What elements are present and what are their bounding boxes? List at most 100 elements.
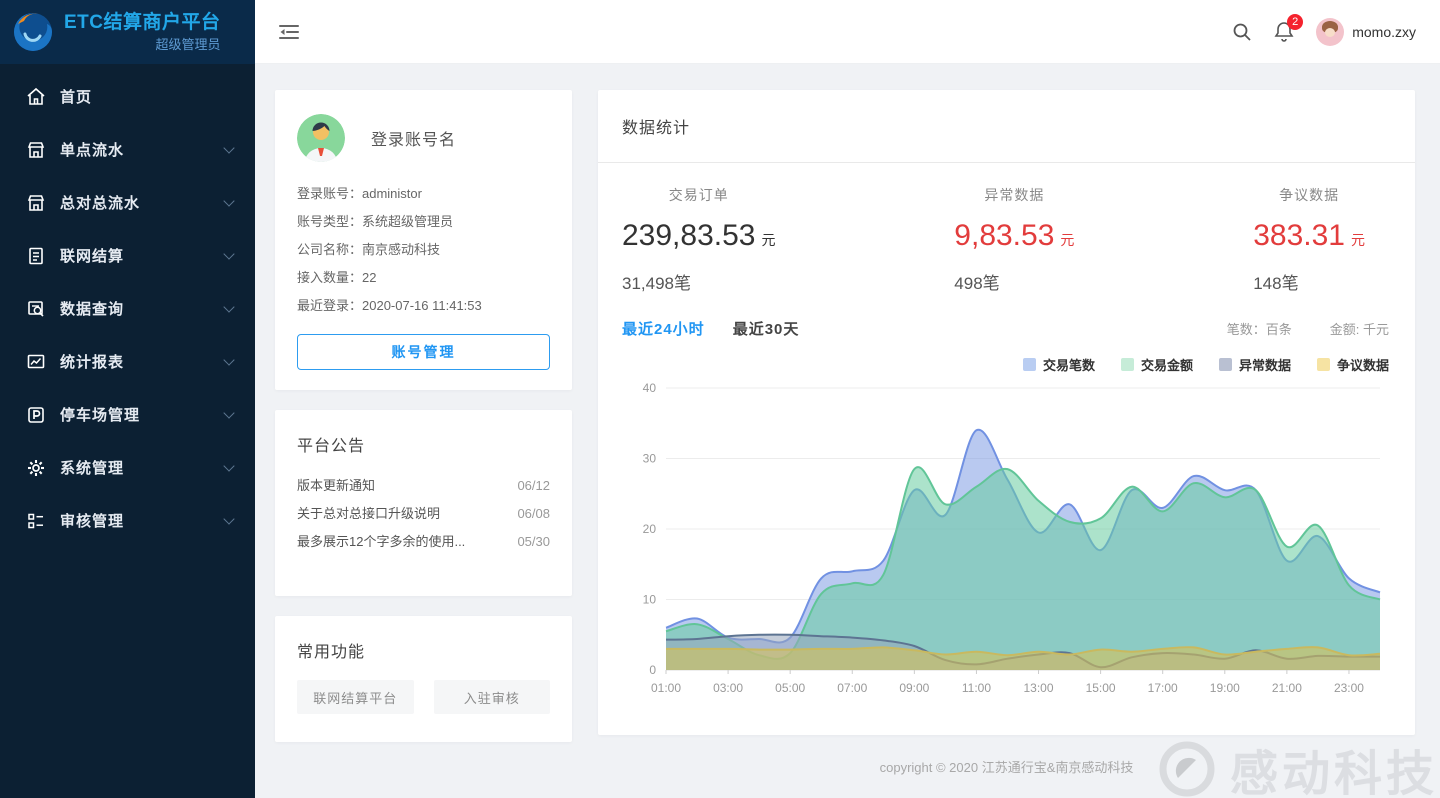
notification-badge: 2 bbox=[1287, 14, 1303, 30]
sidebar-item-label: 审核管理 bbox=[60, 510, 225, 531]
svg-text:03:00: 03:00 bbox=[713, 681, 743, 695]
svg-text:21:00: 21:00 bbox=[1272, 681, 1302, 695]
stat-abnormal-data: 异常数据 9,83.53元 498笔 bbox=[954, 185, 1074, 294]
sidebar-item-4[interactable]: 数据查询 bbox=[0, 282, 255, 335]
svg-text:05:00: 05:00 bbox=[775, 681, 805, 695]
quick-functions-title: 常用功能 bbox=[297, 638, 550, 662]
stat-dispute-data: 争议数据 383.31元 148笔 bbox=[1253, 185, 1365, 294]
svg-text:30: 30 bbox=[643, 452, 657, 466]
sidebar-item-8[interactable]: 审核管理 bbox=[0, 494, 255, 547]
chevron-down-icon bbox=[223, 142, 234, 153]
shop-icon bbox=[26, 193, 46, 213]
account-manage-button[interactable]: 账号管理 bbox=[297, 334, 550, 370]
profile-title: 登录账号名 bbox=[371, 126, 456, 150]
profile-row-access-count: 接入数量：22 bbox=[297, 264, 550, 292]
legend-swatch bbox=[1121, 358, 1134, 371]
search-icon[interactable] bbox=[1232, 22, 1252, 42]
chart-legend: 交易笔数 交易金额 异常数据 争议数据 bbox=[598, 339, 1415, 374]
svg-text:23:00: 23:00 bbox=[1334, 681, 1364, 695]
etc-logo-icon bbox=[12, 11, 54, 53]
parking-icon bbox=[26, 405, 46, 425]
checklist-icon bbox=[26, 511, 46, 531]
legend-item-1[interactable]: 交易金额 bbox=[1121, 355, 1193, 374]
announcement-item[interactable]: 关于总对总接口升级说明 06/08 bbox=[297, 500, 550, 528]
chart-tabs: 最近24小时 最近30天 笔数：百条 金额: 千元 bbox=[598, 304, 1415, 339]
svg-text:07:00: 07:00 bbox=[837, 681, 867, 695]
home-icon bbox=[26, 87, 46, 107]
units-note: 笔数：百条 金额: 千元 bbox=[1227, 319, 1389, 338]
profile-row-last-login: 最近登录：2020-07-16 11:41:53 bbox=[297, 292, 550, 320]
svg-text:20: 20 bbox=[643, 522, 657, 536]
svg-text:10: 10 bbox=[643, 593, 657, 607]
user-avatar bbox=[1316, 18, 1344, 46]
chevron-down-icon bbox=[223, 301, 234, 312]
sidebar-item-6[interactable]: 停车场管理 bbox=[0, 388, 255, 441]
app-title: ETC结算商户平台 bbox=[64, 11, 221, 35]
tab-last-24h[interactable]: 最近24小时 bbox=[622, 318, 705, 339]
svg-text:13:00: 13:00 bbox=[1024, 681, 1054, 695]
legend-swatch bbox=[1023, 358, 1036, 371]
sidebar-item-2[interactable]: 总对总流水 bbox=[0, 176, 255, 229]
sidebar-item-7[interactable]: 系统管理 bbox=[0, 441, 255, 494]
svg-text:0: 0 bbox=[649, 663, 656, 677]
legend-item-0[interactable]: 交易笔数 bbox=[1023, 355, 1095, 374]
chevron-down-icon bbox=[223, 407, 234, 418]
announcements-card: 平台公告 版本更新通知 06/12 关于总对总接口升级说明 06/08 最多展示… bbox=[275, 410, 572, 596]
chevron-down-icon bbox=[223, 354, 234, 365]
sidebar-item-1[interactable]: 单点流水 bbox=[0, 123, 255, 176]
chevron-down-icon bbox=[223, 513, 234, 524]
legend-item-3[interactable]: 争议数据 bbox=[1317, 355, 1389, 374]
profile-avatar bbox=[297, 114, 345, 162]
svg-text:09:00: 09:00 bbox=[899, 681, 929, 695]
profile-row-type: 账号类型：系统超级管理员 bbox=[297, 208, 550, 236]
svg-text:01:00: 01:00 bbox=[651, 681, 681, 695]
legend-swatch bbox=[1219, 358, 1232, 371]
stats-row: 交易订单 239,83.53元 31,498笔 异常数据 9,83.53元 49… bbox=[598, 163, 1415, 304]
settlement-platform-button[interactable]: 联网结算平台 bbox=[297, 680, 414, 714]
sidebar-item-label: 数据查询 bbox=[60, 298, 225, 319]
area-chart: 0 10 20 30 40 01:00 03:00 05:00 07:00 09:00 11:00 1… bbox=[598, 374, 1415, 705]
document-icon bbox=[26, 246, 46, 266]
sidebar-item-label: 单点流水 bbox=[60, 139, 225, 160]
app-window: ETC结算商户平台 超级管理员 首页单点流水总对总流水联网结算数据查询统计报表停… bbox=[0, 0, 1440, 798]
sidebar-item-label: 首页 bbox=[60, 86, 233, 107]
sidebar-item-label: 系统管理 bbox=[60, 457, 225, 478]
chevron-down-icon bbox=[223, 248, 234, 259]
svg-text:19:00: 19:00 bbox=[1210, 681, 1240, 695]
username: momo.zxy bbox=[1352, 24, 1416, 40]
stat-trade-orders: 交易订单 239,83.53元 31,498笔 bbox=[622, 185, 775, 294]
gear-icon bbox=[26, 458, 46, 478]
stats-panel-title: 数据统计 bbox=[622, 120, 690, 137]
chevron-down-icon bbox=[223, 195, 234, 206]
user-menu[interactable]: momo.zxy bbox=[1316, 18, 1416, 46]
svg-text:15:00: 15:00 bbox=[1086, 681, 1116, 695]
sidebar-item-3[interactable]: 联网结算 bbox=[0, 229, 255, 282]
sidebar-item-label: 总对总流水 bbox=[60, 192, 225, 213]
sidebar-item-0[interactable]: 首页 bbox=[0, 70, 255, 123]
file-search-icon bbox=[26, 299, 46, 319]
tab-last-30d[interactable]: 最近30天 bbox=[733, 318, 800, 339]
collapse-sidebar-icon[interactable] bbox=[279, 23, 299, 41]
profile-row-account: 登录账号：administor bbox=[297, 180, 550, 208]
app-subtitle: 超级管理员 bbox=[64, 34, 221, 53]
legend-item-2[interactable]: 异常数据 bbox=[1219, 355, 1291, 374]
legend-swatch bbox=[1317, 358, 1330, 371]
svg-text:40: 40 bbox=[643, 381, 657, 395]
stats-panel: 数据统计 交易订单 239,83.53元 31,498笔 异常数据 9,83.5… bbox=[598, 90, 1415, 735]
profile-row-company: 公司名称：南京感动科技 bbox=[297, 236, 550, 264]
sidebar-item-5[interactable]: 统计报表 bbox=[0, 335, 255, 388]
svg-text:17:00: 17:00 bbox=[1148, 681, 1178, 695]
sidebar-item-label: 联网结算 bbox=[60, 245, 225, 266]
svg-text:11:00: 11:00 bbox=[962, 681, 991, 695]
shop-icon bbox=[26, 140, 46, 160]
sidebar-item-label: 停车场管理 bbox=[60, 404, 225, 425]
copyright: copyright © 2020 江苏通行宝&南京感动科技 bbox=[598, 735, 1415, 776]
entry-audit-button[interactable]: 入驻审核 bbox=[434, 680, 551, 714]
announcement-item[interactable]: 版本更新通知 06/12 bbox=[297, 472, 550, 500]
announcement-item[interactable]: 最多展示12个字多余的使用... 05/30 bbox=[297, 528, 550, 556]
chevron-down-icon bbox=[223, 460, 234, 471]
chart-icon bbox=[26, 352, 46, 372]
sidebar-menu: 首页单点流水总对总流水联网结算数据查询统计报表停车场管理系统管理审核管理 bbox=[0, 64, 255, 547]
logo-block: ETC结算商户平台 超级管理员 bbox=[0, 0, 255, 64]
notification-bell-icon[interactable]: 2 bbox=[1274, 21, 1294, 42]
